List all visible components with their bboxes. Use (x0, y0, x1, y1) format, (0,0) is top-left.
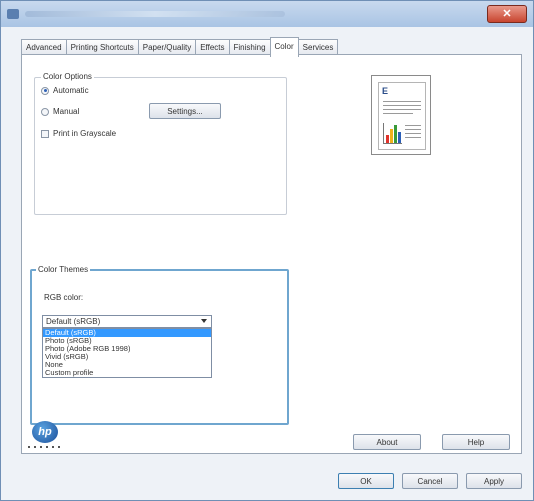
help-button[interactable]: Help (442, 434, 510, 450)
rgb-color-dropdown-list: Default (sRGB) Photo (sRGB) Photo (Adobe… (42, 328, 212, 378)
automatic-label: Automatic (53, 86, 89, 95)
printer-properties-window: ✕ Advanced Printing Shortcuts Paper/Qual… (0, 0, 534, 501)
preview-text-line (383, 113, 413, 114)
manual-label: Manual (53, 107, 80, 116)
tab-strip: Advanced Printing Shortcuts Paper/Qualit… (21, 37, 339, 57)
chevron-down-icon[interactable] (201, 319, 207, 323)
preview-text-line (405, 137, 421, 138)
rgb-color-label: RGB color: (44, 293, 84, 302)
about-button[interactable]: About (353, 434, 421, 450)
preview-text-line (383, 109, 421, 110)
preview-page: E (378, 82, 426, 150)
hp-logo-dots (28, 446, 62, 448)
apply-button[interactable]: Apply (466, 473, 522, 489)
preview-bar (398, 132, 401, 143)
manual-radio[interactable] (41, 107, 49, 116)
preview-bar-chart (383, 123, 402, 144)
window-title (25, 11, 285, 17)
close-button[interactable]: ✕ (487, 5, 527, 23)
printer-app-icon (7, 9, 19, 19)
ok-button[interactable]: OK (338, 473, 394, 489)
cancel-button[interactable]: Cancel (402, 473, 458, 489)
grayscale-checkbox[interactable] (41, 129, 49, 138)
preview-text-line (383, 101, 421, 102)
preview-letter: E (382, 86, 389, 96)
preview-text-line (405, 133, 421, 134)
preview-text-line (405, 129, 421, 130)
hp-logo-icon: hp (32, 421, 58, 443)
tab-color[interactable]: Color (269, 37, 299, 57)
color-options-legend: Color Options (41, 72, 94, 81)
automatic-radio-row[interactable]: Automatic (41, 86, 89, 95)
title-bar: ✕ (1, 1, 533, 27)
dropdown-option-vivid-srgb[interactable]: Vivid (sRGB) (43, 353, 211, 361)
hp-logo-text: hp (38, 426, 52, 438)
dropdown-option-custom-profile[interactable]: Custom profile (43, 369, 211, 377)
color-themes-group: Color Themes RGB color: Default (sRGB) D… (30, 265, 289, 425)
preview-bar (394, 125, 397, 143)
automatic-radio[interactable] (41, 86, 49, 95)
settings-button[interactable]: Settings... (149, 103, 221, 119)
preview-text-line (383, 105, 421, 106)
color-themes-legend: Color Themes (36, 265, 91, 274)
rgb-color-selected-value: Default (sRGB) (46, 317, 101, 326)
manual-radio-row[interactable]: Manual (41, 107, 79, 116)
color-tab-panel: Color Options Automatic Manual Settings.… (21, 54, 522, 454)
grayscale-check-row[interactable]: Print in Grayscale (41, 129, 116, 138)
rgb-color-select[interactable]: Default (sRGB) (42, 315, 212, 328)
close-icon: ✕ (502, 8, 512, 20)
preview-text-line (405, 125, 421, 126)
preview-bar (390, 129, 393, 143)
print-preview-image: E (371, 75, 431, 155)
preview-bar (386, 135, 389, 143)
color-options-group: Color Options Automatic Manual Settings.… (34, 72, 287, 215)
grayscale-label: Print in Grayscale (53, 129, 117, 138)
